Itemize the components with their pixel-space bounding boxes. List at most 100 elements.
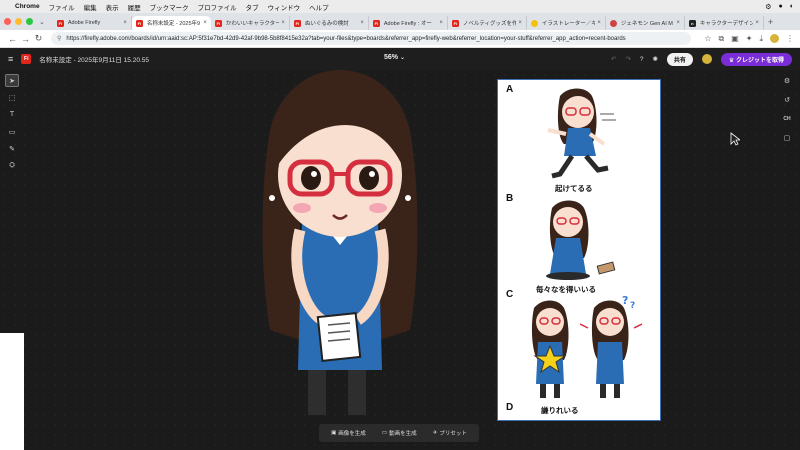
- star-and-confused-characters-image: ? ?: [531, 294, 643, 398]
- sitting-character-image: [546, 200, 616, 280]
- pen-tool-icon[interactable]: ✎: [5, 142, 19, 155]
- close-tab-icon[interactable]: ×: [755, 20, 759, 26]
- share-button[interactable]: 共有: [666, 52, 693, 66]
- tab-8[interactable]: n キャラクターデザイン ×: [685, 16, 764, 30]
- control-center-icon[interactable]: ⚙: [765, 3, 771, 11]
- main-character-illustration[interactable]: [250, 70, 430, 420]
- close-tab-icon[interactable]: ×: [597, 20, 601, 26]
- layers-icon[interactable]: CH: [780, 112, 794, 125]
- firefly-app-header: ≡ Fi 名称未設定 - 2025年9月11日 15.20.55 56% ⌄ ↶…: [0, 48, 800, 70]
- menu-app-name[interactable]: Chrome: [15, 3, 40, 10]
- menu-tab[interactable]: タブ: [246, 2, 259, 12]
- close-tab-icon[interactable]: ×: [676, 20, 680, 26]
- menu-bookmarks[interactable]: ブックマーク: [150, 2, 189, 12]
- close-window-button[interactable]: [4, 18, 11, 25]
- preset-button[interactable]: ✈ プリセット: [433, 429, 467, 437]
- avatar[interactable]: [701, 54, 712, 64]
- panel-label-a: A: [506, 84, 514, 95]
- address-input[interactable]: ⚲ https://firefly.adobe.com/boards/id/ur…: [51, 32, 691, 45]
- character-sheet-artboard[interactable]: A B C D 起けてるる 毎々なを得いいる ? ? 謙りれいる: [497, 79, 661, 421]
- bookmark-star-icon[interactable]: ☆: [704, 34, 711, 43]
- caption-a: 起けてるる: [555, 184, 593, 193]
- select-tool-icon[interactable]: ➤: [5, 74, 19, 87]
- genemon-icon: [609, 19, 617, 27]
- menu-window[interactable]: ウィンドウ: [268, 2, 301, 12]
- profile-avatar[interactable]: [770, 34, 779, 43]
- tab-5[interactable]: Fi ノベルティグッズを作 ×: [448, 16, 527, 30]
- close-tab-icon[interactable]: ×: [123, 20, 127, 26]
- tab-6[interactable]: イラストレーター／キ ×: [527, 16, 606, 30]
- mouse-cursor-icon: [730, 132, 740, 146]
- frame-tool-icon[interactable]: ⬚: [5, 91, 19, 104]
- forward-icon[interactable]: →: [19, 34, 32, 44]
- new-tab-icon[interactable]: +: [768, 17, 773, 27]
- firefly-icon: Fi: [135, 19, 143, 27]
- image-icon: ▣: [331, 430, 337, 436]
- get-credits-button[interactable]: ♛ クレジットを取得: [720, 52, 792, 66]
- menu-profile[interactable]: プロファイル: [198, 2, 237, 12]
- system-status-icon[interactable]: ●: [779, 3, 783, 10]
- help-icon[interactable]: ?: [640, 56, 644, 63]
- firefly-icon: Fi: [451, 19, 459, 27]
- hamburger-menu-icon[interactable]: ≡: [8, 54, 13, 64]
- firefly-icon: Fi: [293, 19, 301, 27]
- redo-icon[interactable]: ↷: [625, 55, 630, 63]
- menu-help[interactable]: ヘルプ: [309, 2, 329, 12]
- comment-icon[interactable]: ▢: [780, 131, 794, 144]
- url-text: https://firefly.adobe.com/boards/id/urn:…: [66, 35, 626, 42]
- extension-icon[interactable]: ⧉: [718, 34, 724, 44]
- site-info-icon[interactable]: ⚲: [57, 35, 61, 42]
- svg-text:?: ?: [622, 294, 628, 307]
- firefly-icon: Fi: [56, 19, 64, 27]
- tab-0[interactable]: Fi Adobe Firefly ×: [53, 16, 132, 30]
- tab-1[interactable]: Fi 名称未設定 - 2025年9 ×: [131, 16, 211, 30]
- close-tab-icon[interactable]: ×: [281, 20, 285, 26]
- user-switch-icon[interactable]: ◐: [790, 3, 794, 10]
- extensions-puzzle-icon[interactable]: ✦: [746, 34, 753, 43]
- menu-history[interactable]: 履歴: [128, 2, 141, 12]
- close-tab-icon[interactable]: ×: [203, 20, 207, 26]
- zoom-level-dropdown[interactable]: 56% ⌄: [384, 54, 405, 61]
- svg-text:?: ?: [630, 301, 635, 311]
- partial-artboard[interactable]: [0, 333, 24, 450]
- document-title[interactable]: 名称未設定 - 2025年9月11日 15.20.55: [39, 54, 149, 64]
- close-tab-icon[interactable]: ×: [518, 20, 522, 26]
- firefly-icon: Fi: [214, 19, 222, 27]
- panel-label-c: C: [506, 289, 514, 300]
- lightbulb-icon[interactable]: ✺: [652, 55, 657, 63]
- browser-menu-icon[interactable]: ⋮: [786, 34, 794, 43]
- close-tab-icon[interactable]: ×: [439, 20, 443, 26]
- zoom-window-button[interactable]: [26, 18, 33, 25]
- tab-search-icon[interactable]: ⌄: [39, 18, 45, 26]
- history-icon[interactable]: ↺: [780, 93, 794, 106]
- smile-icon: [530, 19, 538, 27]
- fill-tool-icon[interactable]: ⛭: [5, 159, 19, 172]
- panel-label-b: B: [506, 193, 514, 204]
- tab-3[interactable]: Fi ぬいぐるみの検討 ×: [290, 16, 369, 30]
- reload-icon[interactable]: ↻: [32, 33, 45, 44]
- tab-4[interactable]: Fi Adobe Firefly : オー ×: [369, 16, 448, 30]
- text-tool-icon[interactable]: T: [5, 108, 19, 121]
- shape-tool-icon[interactable]: ▭: [5, 125, 19, 138]
- menu-view[interactable]: 表示: [106, 2, 119, 12]
- video-icon: ▭: [381, 430, 388, 436]
- adjust-icon[interactable]: ⚙: [780, 74, 794, 87]
- tab-2[interactable]: Fi かわいいキャラクター ×: [211, 16, 290, 30]
- tab-7[interactable]: ジェネモン Gen AI M ×: [606, 16, 685, 30]
- undo-icon[interactable]: ↶: [611, 55, 616, 63]
- menu-file[interactable]: ファイル: [49, 2, 75, 12]
- caption-d: 謙りれいる: [541, 406, 579, 415]
- left-toolbar: ➤ ⬚ T ▭ ✎ ⛭: [5, 74, 21, 172]
- panel-label-d: D: [506, 402, 514, 413]
- macos-menubar: Chrome ファイル 編集 表示 履歴 ブックマーク プロファイル タブ ウィ…: [0, 0, 800, 13]
- close-tab-icon[interactable]: ×: [360, 20, 364, 26]
- download-icon[interactable]: ⤓: [759, 34, 763, 44]
- minimize-window-button[interactable]: [15, 18, 22, 25]
- extension-icon-2[interactable]: ▣: [731, 34, 739, 43]
- firefly-logo[interactable]: Fi: [21, 54, 32, 64]
- menu-edit[interactable]: 編集: [84, 2, 97, 12]
- running-character-image: [547, 88, 616, 179]
- generate-image-button[interactable]: ▣ 画像を生成: [331, 429, 366, 437]
- generate-video-button[interactable]: ▭ 動画を生成: [382, 429, 417, 437]
- back-icon[interactable]: ←: [6, 34, 19, 44]
